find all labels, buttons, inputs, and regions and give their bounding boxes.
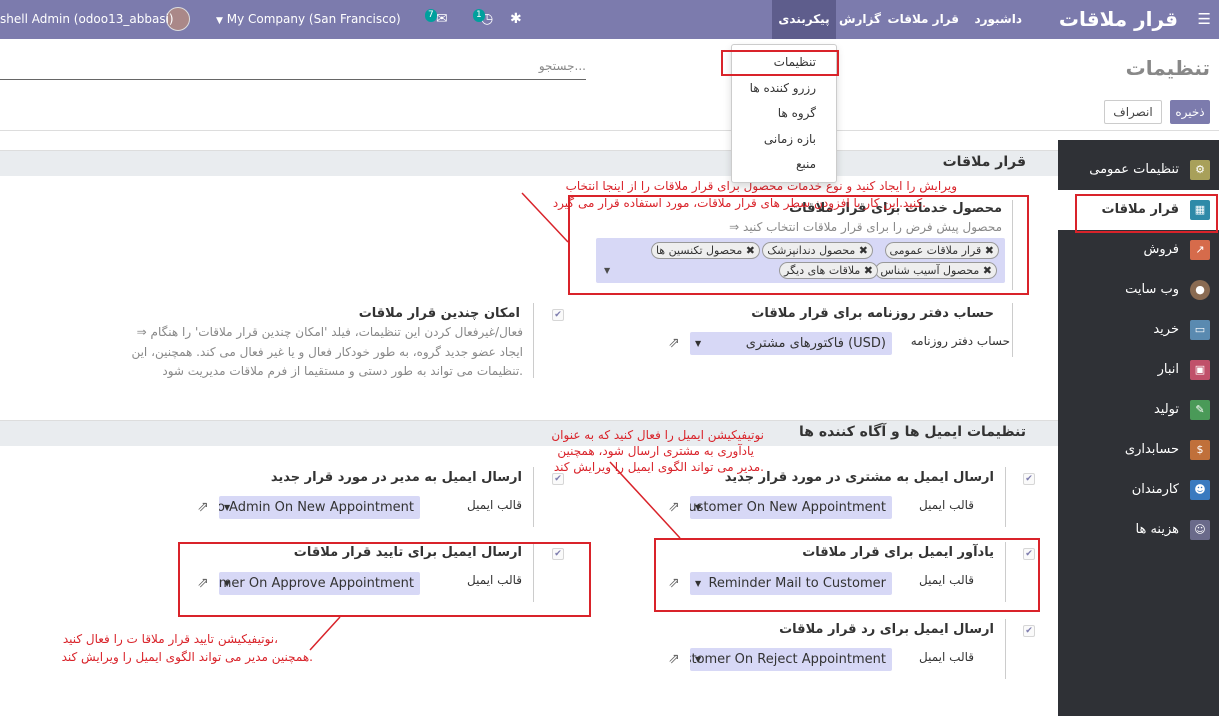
menu-item-bookers[interactable]: رزرو کننده ها xyxy=(750,81,816,95)
menu-item-timeslots[interactable]: بازه زمانی xyxy=(764,132,816,146)
highlight-settings-menu xyxy=(721,50,839,76)
arrow-reminder xyxy=(609,461,681,539)
menu-item-resource[interactable]: منبع xyxy=(796,157,816,171)
arrow-approve xyxy=(309,616,341,651)
arrow-product xyxy=(521,192,569,243)
annotation-arrows xyxy=(309,192,681,651)
menu-item-groups[interactable]: گروه ها xyxy=(778,106,816,120)
